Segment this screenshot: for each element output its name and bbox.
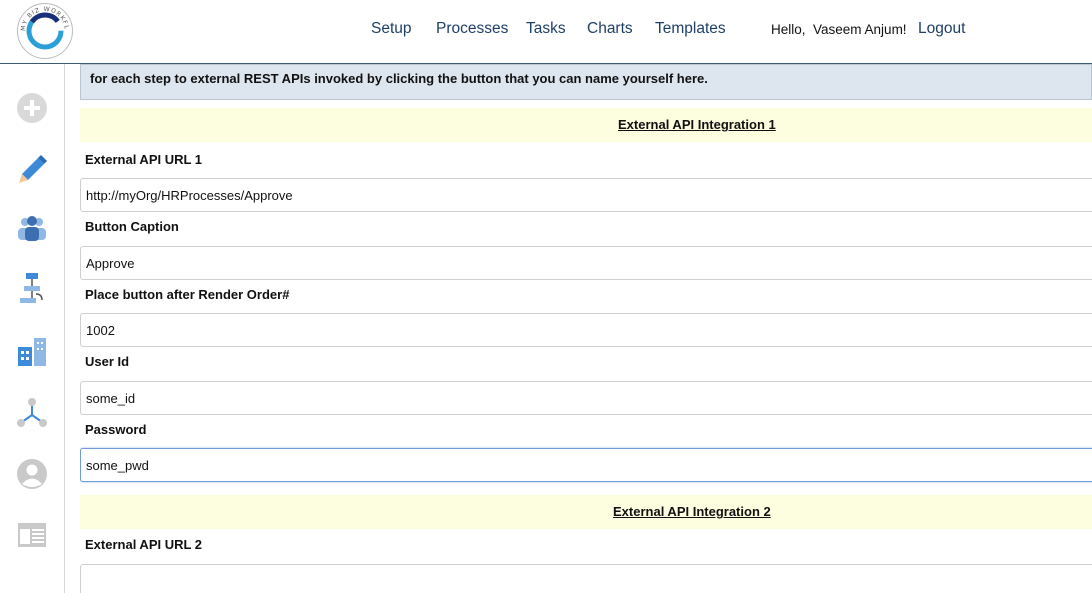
team-icon[interactable] <box>16 212 48 244</box>
button-caption-label: Button Caption <box>85 219 179 234</box>
user-id-label: User Id <box>85 354 130 369</box>
pencil-icon[interactable] <box>16 152 48 184</box>
info-note: for each step to external REST APIs invo… <box>80 64 1092 100</box>
nav-charts[interactable]: Charts <box>587 20 633 38</box>
section-title-integration-1: External API Integration 1 <box>618 117 776 132</box>
user-id-input[interactable] <box>80 381 1092 415</box>
nav-tasks[interactable]: Tasks <box>526 20 566 38</box>
url-2-label: External API URL 2 <box>85 537 203 552</box>
top-header: MY BIZ WORKFLOW Setup Processes Tasks Ch… <box>0 0 1092 63</box>
info-text: for each step to external REST APIs invo… <box>90 71 708 86</box>
nav-processes[interactable]: Processes <box>436 20 508 38</box>
left-sidebar <box>0 64 65 593</box>
plus-circle-icon[interactable] <box>16 92 48 124</box>
company-logo[interactable]: MY BIZ WORKFLOW <box>16 2 74 60</box>
render-order-label: Place button after Render Order# <box>85 287 290 302</box>
button-caption-input[interactable] <box>80 246 1092 280</box>
section-title-integration-2: External API Integration 2 <box>613 504 771 519</box>
password-input[interactable] <box>80 448 1092 482</box>
logout-link[interactable]: Logout <box>918 20 965 38</box>
network-icon[interactable] <box>16 397 48 429</box>
url-1-input[interactable] <box>80 178 1092 212</box>
render-order-input[interactable] <box>80 313 1092 347</box>
main-content: for each step to external REST APIs invo… <box>80 64 1092 593</box>
user-avatar-icon[interactable] <box>16 458 48 490</box>
url-1-label: External API URL 1 <box>85 152 203 167</box>
layout-icon[interactable] <box>16 519 48 551</box>
password-label: Password <box>85 422 147 437</box>
url-2-input[interactable] <box>80 564 1092 593</box>
flowchart-icon[interactable] <box>16 272 48 304</box>
user-greeting: Hello, Vaseem Anjum! <box>771 22 907 37</box>
section-header-integration-2: External API Integration 2 <box>80 495 1092 529</box>
section-header-integration-1: External API Integration 1 <box>80 108 1092 142</box>
nav-templates[interactable]: Templates <box>655 20 726 38</box>
buildings-icon[interactable] <box>16 336 48 368</box>
nav-setup[interactable]: Setup <box>371 20 412 38</box>
